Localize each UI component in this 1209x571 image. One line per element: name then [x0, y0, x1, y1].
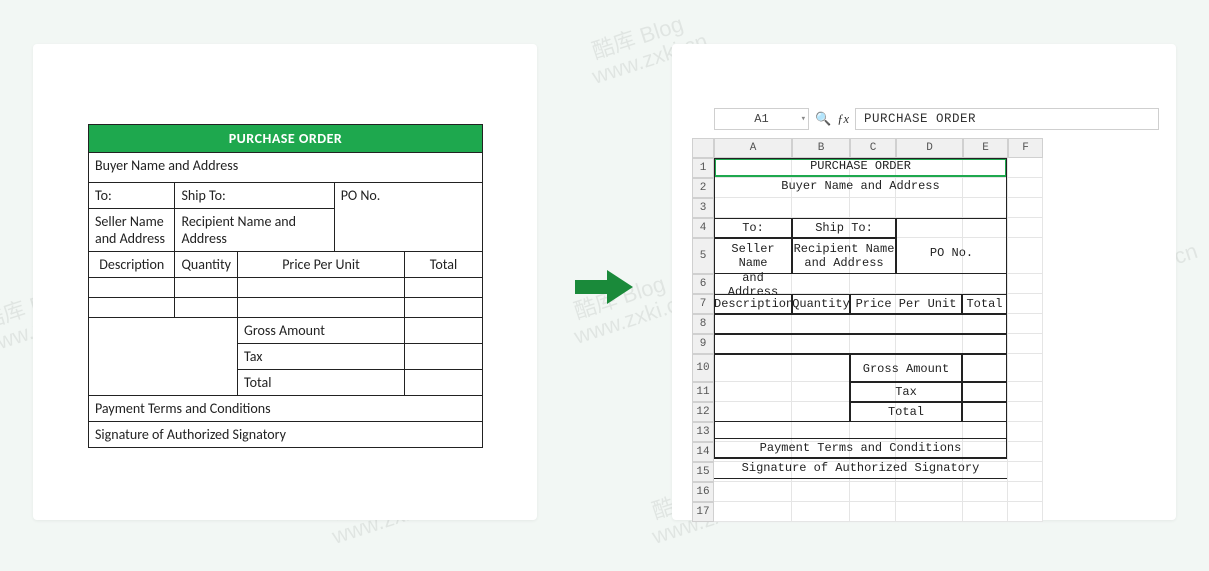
word-purchase-order-table: PURCHASE ORDER Buyer Name and Address To… [88, 124, 483, 448]
row-header-16[interactable]: 16 [692, 482, 714, 502]
ship-to-label: Ship To: [175, 183, 334, 209]
cell-f6[interactable] [1008, 274, 1043, 294]
cell-b16[interactable] [792, 482, 850, 502]
cell-b17[interactable] [792, 502, 850, 522]
col-header-f[interactable]: F [1008, 138, 1043, 158]
row-header-9[interactable]: 9 [692, 334, 714, 354]
cell-f16[interactable] [1008, 482, 1043, 502]
cell-f1[interactable] [1008, 158, 1043, 178]
cell-f2[interactable] [1008, 178, 1043, 198]
row-header-10[interactable]: 10 [692, 354, 714, 382]
word-document-panel: PURCHASE ORDER Buyer Name and Address To… [33, 44, 537, 520]
cell-f13[interactable] [1008, 422, 1043, 442]
cell-b15[interactable] [792, 462, 850, 482]
cell-a17[interactable] [714, 502, 792, 522]
name-box-dropdown-icon[interactable]: ▾ [801, 114, 806, 124]
cell-f15[interactable] [1008, 462, 1043, 482]
row-header-7[interactable]: 7 [692, 294, 714, 314]
po-no-cell: PO No. [334, 183, 482, 252]
excel-spreadsheet-panel: A1 ▾ 🔍 ƒx PURCHASE ORDER ABCDEF123456789… [672, 44, 1176, 520]
search-icon[interactable]: 🔍 [815, 112, 831, 127]
cell-e16[interactable] [963, 482, 1008, 502]
cell-f7[interactable] [1008, 294, 1043, 314]
fx-icon[interactable]: ƒx [837, 112, 849, 127]
select-all-corner[interactable] [692, 138, 714, 158]
name-box[interactable]: A1 ▾ [714, 108, 809, 130]
row-header-14[interactable]: 14 [692, 442, 714, 462]
col-header-c[interactable]: C [850, 138, 896, 158]
tax-label: Tax [238, 344, 405, 370]
cell-f17[interactable] [1008, 502, 1043, 522]
arrow-icon [575, 270, 635, 309]
cell-f5[interactable] [1008, 238, 1043, 274]
po-header: PURCHASE ORDER [89, 125, 483, 153]
formula-bar-value: PURCHASE ORDER [864, 112, 976, 126]
row-header-15[interactable]: 15 [692, 462, 714, 482]
cell-e17[interactable] [963, 502, 1008, 522]
cell-e15[interactable] [963, 462, 1008, 482]
col-header-b[interactable]: B [792, 138, 850, 158]
cell-f3[interactable] [1008, 198, 1043, 218]
to-label: To: [89, 183, 175, 209]
row-header-5[interactable]: 5 [692, 238, 714, 274]
cell-f10[interactable] [1008, 354, 1043, 382]
row-header-6[interactable]: 6 [692, 274, 714, 294]
cell-f11[interactable] [1008, 382, 1043, 402]
cell-d16[interactable] [896, 482, 963, 502]
row-header-4[interactable]: 4 [692, 218, 714, 238]
formula-bar-row: A1 ▾ 🔍 ƒx PURCHASE ORDER [692, 104, 1159, 138]
recipient-cell: Recipient Name and Address [175, 209, 334, 252]
cell-f14[interactable] [1008, 442, 1043, 462]
formula-bar[interactable]: PURCHASE ORDER [855, 108, 1159, 130]
col-total: Total [405, 252, 483, 278]
col-header-e[interactable]: E [963, 138, 1008, 158]
col-qty: Quantity [175, 252, 238, 278]
cell-a15[interactable] [714, 462, 792, 482]
col-header-a[interactable]: A [714, 138, 792, 158]
total-sum-label: Total [238, 370, 405, 396]
col-header-d[interactable]: D [896, 138, 963, 158]
col-ppu: Price Per Unit [238, 252, 405, 278]
cell-c16[interactable] [850, 482, 896, 502]
gross-label: Gross Amount [238, 318, 405, 344]
row-header-2[interactable]: 2 [692, 178, 714, 198]
row-header-8[interactable]: 8 [692, 314, 714, 334]
cell-a16[interactable] [714, 482, 792, 502]
row-header-12[interactable]: 12 [692, 402, 714, 422]
terms-cell: Payment Terms and Conditions [89, 396, 483, 422]
row-header-17[interactable]: 17 [692, 502, 714, 522]
row-header-11[interactable]: 11 [692, 382, 714, 402]
row-header-13[interactable]: 13 [692, 422, 714, 442]
cell-f9[interactable] [1008, 334, 1043, 354]
signature-cell: Signature of Authorized Signatory [89, 422, 483, 448]
name-box-value: A1 [754, 112, 768, 126]
cell-d17[interactable] [896, 502, 963, 522]
cell-f8[interactable] [1008, 314, 1043, 334]
row-header-1[interactable]: 1 [692, 158, 714, 178]
buyer-cell: Buyer Name and Address [89, 153, 483, 183]
seller-cell: Seller Name and Address [89, 209, 175, 252]
cell-c15[interactable] [850, 462, 896, 482]
row-header-3[interactable]: 3 [692, 198, 714, 218]
cell-d15[interactable] [896, 462, 963, 482]
cell-f12[interactable] [1008, 402, 1043, 422]
cell-c17[interactable] [850, 502, 896, 522]
cell-f4[interactable] [1008, 218, 1043, 238]
col-desc: Description [89, 252, 175, 278]
